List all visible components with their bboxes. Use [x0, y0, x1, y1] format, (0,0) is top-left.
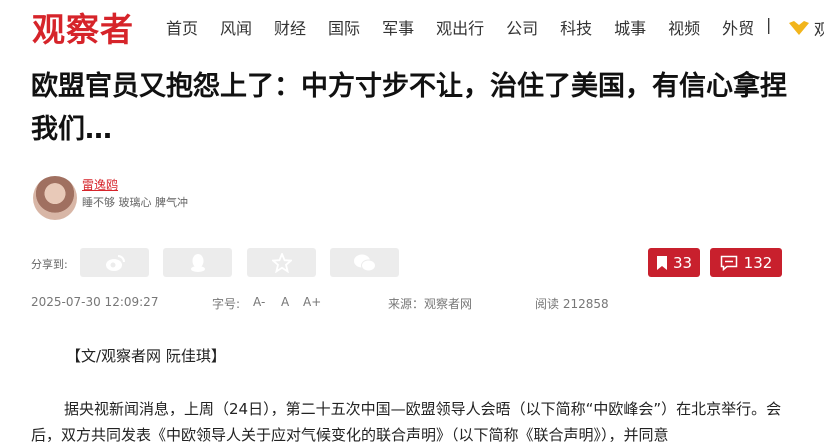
- nav-video[interactable]: 视频: [668, 15, 700, 39]
- font-size-small[interactable]: A-: [253, 295, 265, 309]
- comment-button[interactable]: 132: [710, 248, 782, 277]
- article-title: 欧盟官员又抱怨上了：中方寸步不让，治住了美国，有信心拿捏我们…: [31, 71, 787, 145]
- article-byline: 【文/观察者网 阮佳琪】: [66, 347, 226, 365]
- nav-fengwen[interactable]: 风闻: [220, 15, 252, 39]
- nav-international[interactable]: 国际: [328, 15, 360, 39]
- author-name[interactable]: 雷逸鸥: [82, 176, 118, 193]
- nav-home[interactable]: 首页: [166, 15, 198, 39]
- article-source: 来源：观察者网: [388, 297, 473, 311]
- weibo-icon: [105, 254, 125, 271]
- vip-link[interactable]: 观: [788, 16, 824, 40]
- qq-icon: [190, 253, 205, 272]
- main-nav: 首页 风闻 财经 国际 军事 观出行 公司 科技 城事 视频 外贸: [166, 15, 776, 39]
- nav-tech[interactable]: 科技: [560, 15, 592, 39]
- vip-label: 观: [814, 20, 824, 39]
- font-size-label: 字号:: [212, 297, 241, 311]
- share-qzone-button[interactable]: [247, 248, 316, 277]
- bookmark-count: 33: [672, 253, 693, 272]
- comment-count: 132: [743, 253, 773, 272]
- nav-company[interactable]: 公司: [506, 15, 538, 39]
- nav-trade[interactable]: 外贸: [722, 15, 754, 39]
- bookmark-icon: [656, 255, 667, 270]
- author-bio: 睡不够 玻璃心 脾气冲: [82, 196, 188, 209]
- nav-travel[interactable]: 观出行: [436, 15, 484, 39]
- nav-finance[interactable]: 财经: [274, 15, 306, 39]
- read-count: 阅读 212858: [535, 297, 609, 311]
- share-wechat-button[interactable]: [330, 248, 399, 277]
- comment-icon: [720, 255, 737, 271]
- font-size-medium[interactable]: A: [281, 295, 289, 309]
- font-size-large[interactable]: A+: [303, 295, 321, 309]
- nav-separator: |: [766, 15, 772, 34]
- author-avatar[interactable]: [33, 176, 77, 220]
- nav-military[interactable]: 军事: [382, 15, 414, 39]
- star-icon: [271, 252, 292, 273]
- article-paragraph: 据央视新闻消息，上周（24日），第二十五次中国—欧盟领导人会晤（以下简称“中欧峰…: [31, 400, 782, 444]
- bookmark-button[interactable]: 33: [648, 248, 700, 277]
- share-label: 分享到:: [31, 258, 68, 271]
- site-logo[interactable]: 观察者: [32, 3, 134, 51]
- vip-icon: [789, 21, 809, 35]
- share-qq-button[interactable]: [163, 248, 232, 277]
- wechat-icon: [353, 254, 376, 271]
- publish-date: 2025-07-30 12:09:27: [31, 295, 159, 309]
- nav-city[interactable]: 城事: [614, 15, 646, 39]
- share-weibo-button[interactable]: [80, 248, 149, 277]
